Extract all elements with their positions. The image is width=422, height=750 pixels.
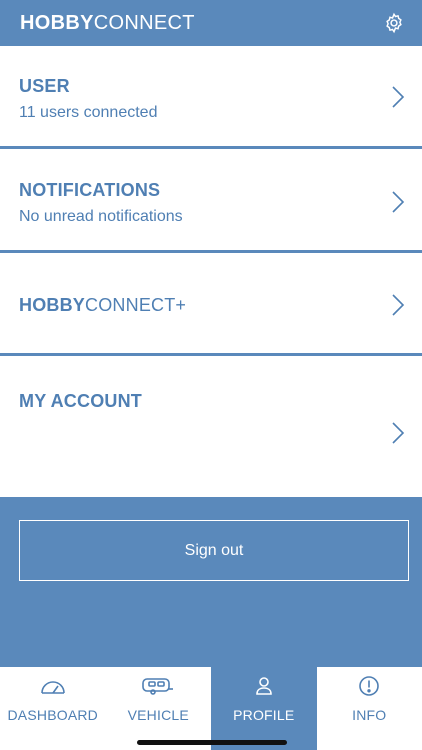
tab-vehicle[interactable]: VEHICLE	[106, 667, 212, 750]
app-header: HOBBYCONNECT	[0, 0, 422, 46]
tab-info[interactable]: INFO	[317, 667, 422, 750]
tab-profile-label: PROFILE	[233, 707, 295, 723]
notifications-row[interactable]: NOTIFICATIONS No unread notifications	[0, 149, 422, 253]
home-indicator	[137, 740, 287, 745]
hobbyconnect-plus-title: HOBBYCONNECT+	[19, 295, 186, 316]
tab-dashboard-label: DASHBOARD	[7, 707, 98, 723]
plus-title-light: CONNECT+	[85, 295, 187, 315]
chevron-right-icon	[392, 86, 405, 108]
sign-out-button[interactable]: Sign out	[19, 520, 409, 581]
info-icon	[358, 675, 380, 697]
signout-area: Sign out	[0, 497, 422, 667]
tab-dashboard[interactable]: DASHBOARD	[0, 667, 106, 750]
plus-title-bold: HOBBY	[19, 295, 86, 315]
my-account-title: MY ACCOUNT	[19, 391, 142, 411]
profile-menu-list: USER 11 users connected NOTIFICATIONS No…	[0, 46, 422, 500]
gear-icon[interactable]	[382, 11, 406, 35]
tab-info-label: INFO	[352, 707, 387, 723]
speedometer-icon	[40, 675, 66, 697]
my-account-row[interactable]: MY ACCOUNT	[0, 356, 422, 500]
tab-vehicle-label: VEHICLE	[127, 707, 189, 723]
bottom-tab-bar: DASHBOARD VEHICLE PROFILE INFO	[0, 667, 422, 750]
user-row[interactable]: USER 11 users connected	[0, 46, 422, 149]
chevron-right-icon	[392, 294, 405, 316]
notifications-row-subtitle: No unread notifications	[19, 208, 183, 225]
chevron-right-icon	[392, 191, 405, 213]
user-row-subtitle: 11 users connected	[19, 104, 158, 121]
brand-light: CONNECT	[93, 11, 195, 34]
notifications-row-title: NOTIFICATIONS	[19, 180, 161, 200]
app-logo: HOBBYCONNECT	[20, 12, 195, 35]
chevron-right-icon	[392, 422, 405, 444]
person-icon	[255, 675, 273, 697]
caravan-icon	[141, 675, 175, 697]
brand-bold: HOBBY	[20, 11, 94, 34]
tab-profile[interactable]: PROFILE	[211, 667, 317, 750]
user-row-title: USER	[19, 76, 70, 96]
hobbyconnect-plus-row[interactable]: HOBBYCONNECT+	[0, 253, 422, 356]
